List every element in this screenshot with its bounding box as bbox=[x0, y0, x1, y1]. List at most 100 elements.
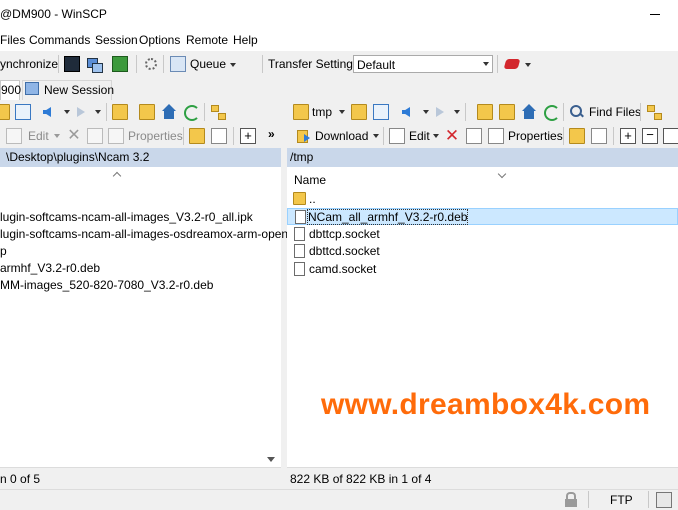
file-name: lugin-softcams-ncam-all-images_V3.2-r0_a… bbox=[0, 210, 253, 224]
parent-directory-icon[interactable] bbox=[112, 104, 128, 120]
menu-remote[interactable]: Remote bbox=[186, 33, 228, 47]
file-name: dbttcp.socket bbox=[309, 227, 380, 241]
remote-column-header[interactable]: Name bbox=[287, 167, 678, 189]
tab-new-session-label: New Session bbox=[44, 83, 115, 97]
list-item[interactable]: armhf_V3.2-r0.deb bbox=[0, 260, 281, 277]
remote-directory-dropdown-arrow[interactable] bbox=[339, 110, 345, 114]
edit-icon bbox=[389, 128, 405, 144]
local-file-panel[interactable]: lugin-softcams-ncam-all-images_V3.2-r0_a… bbox=[0, 167, 298, 467]
remote-file-panel[interactable]: Name .. NCam_all_armhf_V3.2-r0.deb dbttc… bbox=[287, 167, 678, 467]
refresh-icon[interactable] bbox=[183, 104, 200, 121]
file-name: NCam_all_armhf_V3.2-r0.deb bbox=[306, 209, 469, 225]
invert-selection-icon[interactable] bbox=[663, 128, 678, 144]
watermark-text: www.dreambox4k.com bbox=[321, 388, 651, 421]
menu-files[interactable]: Files bbox=[0, 33, 25, 47]
table-row[interactable]: camd.socket bbox=[287, 261, 678, 278]
scroll-down-button[interactable] bbox=[262, 450, 279, 467]
chevron-up-icon bbox=[112, 171, 122, 181]
back-icon[interactable] bbox=[43, 107, 51, 117]
session-status-icon bbox=[656, 492, 672, 508]
local-edit-dropdown-arrow[interactable] bbox=[54, 134, 60, 138]
home-icon[interactable] bbox=[521, 104, 537, 120]
new-folder-icon[interactable] bbox=[569, 128, 585, 144]
download-icon bbox=[296, 128, 312, 144]
local-properties-button[interactable]: Properties bbox=[128, 129, 183, 143]
refresh-icon[interactable] bbox=[543, 104, 560, 121]
more-tools-icon[interactable]: » bbox=[268, 127, 275, 141]
back-dropdown-arrow[interactable] bbox=[423, 110, 429, 114]
tree-icon[interactable] bbox=[210, 104, 226, 120]
remote-directory-dropdown[interactable]: tmp bbox=[312, 105, 332, 119]
toolbar-separator bbox=[563, 103, 564, 121]
remote-properties-button[interactable]: Properties bbox=[508, 129, 563, 143]
unselect-all-icon[interactable]: − bbox=[642, 128, 658, 144]
download-button[interactable]: Download bbox=[315, 129, 368, 143]
file-name: armhf_V3.2-r0.deb bbox=[0, 261, 101, 275]
console-icon[interactable] bbox=[64, 56, 80, 72]
menu-commands[interactable]: Commands bbox=[29, 33, 90, 47]
root-directory-icon[interactable] bbox=[139, 104, 155, 120]
file-name: camd.socket bbox=[309, 262, 377, 276]
table-row-selected[interactable]: NCam_all_armhf_V3.2-r0.deb bbox=[287, 208, 678, 225]
rename-icon[interactable] bbox=[466, 128, 482, 144]
table-row[interactable]: dbttcd.socket bbox=[287, 243, 678, 260]
toolbar-separator bbox=[465, 103, 466, 121]
transfer-settings-select[interactable]: Default bbox=[353, 55, 493, 73]
session-color-icon[interactable] bbox=[503, 56, 521, 72]
list-item[interactable]: lugin-softcams-ncam-all-images_V3.2-r0_a… bbox=[0, 209, 281, 226]
select-all-icon[interactable]: + bbox=[620, 128, 636, 144]
status-separator bbox=[648, 491, 649, 508]
find-files-button[interactable]: Find Files bbox=[589, 105, 641, 119]
tab-new-session[interactable]: New Session bbox=[22, 80, 115, 100]
list-item[interactable]: MM-images_520-820-7080_V3.2-r0.deb bbox=[0, 277, 281, 294]
forward-icon[interactable] bbox=[77, 107, 85, 117]
menu-help[interactable]: Help bbox=[233, 33, 258, 47]
forward-dropdown-arrow[interactable] bbox=[454, 110, 460, 114]
remote-edit-dropdown-arrow[interactable] bbox=[433, 134, 439, 138]
rename-icon[interactable] bbox=[87, 128, 103, 144]
list-item[interactable]: p bbox=[0, 243, 281, 260]
list-item[interactable]: lugin-softcams-ncam-all-images-osdreamox… bbox=[0, 226, 298, 243]
status-separator bbox=[588, 491, 589, 508]
back-dropdown-arrow[interactable] bbox=[64, 110, 70, 114]
tree-icon[interactable] bbox=[646, 104, 662, 120]
new-file-icon[interactable] bbox=[211, 128, 227, 144]
parent-directory-row[interactable]: .. bbox=[287, 191, 678, 208]
queue-dropdown-arrow[interactable] bbox=[230, 63, 236, 67]
local-folder-icon[interactable] bbox=[0, 104, 10, 120]
minimize-button[interactable] bbox=[640, 0, 678, 30]
new-folder-icon[interactable] bbox=[189, 128, 205, 144]
parent-directory-icon[interactable] bbox=[477, 104, 493, 120]
queue-button[interactable]: Queue bbox=[190, 57, 226, 71]
delete-icon[interactable]: ✕ bbox=[444, 127, 460, 144]
compare-icon[interactable] bbox=[112, 56, 128, 72]
filter-icon[interactable] bbox=[15, 104, 31, 120]
select-all-icon[interactable]: + bbox=[240, 128, 256, 144]
back-icon[interactable] bbox=[402, 107, 410, 117]
column-name[interactable]: Name bbox=[294, 173, 326, 187]
table-row[interactable]: dbttcp.socket bbox=[287, 226, 678, 243]
local-column-header[interactable] bbox=[0, 167, 281, 189]
delete-icon[interactable]: ✕ bbox=[66, 128, 82, 144]
root-directory-icon[interactable] bbox=[499, 104, 515, 120]
queue-icon[interactable] bbox=[170, 56, 186, 72]
toolbar-separator bbox=[183, 127, 184, 145]
synchronize-button[interactable]: ynchronize bbox=[0, 57, 58, 71]
forward-icon[interactable] bbox=[436, 107, 444, 117]
open-directory-icon[interactable] bbox=[351, 104, 367, 120]
new-file-icon[interactable] bbox=[591, 128, 607, 144]
toolbar-separator bbox=[233, 127, 234, 145]
home-icon[interactable] bbox=[161, 104, 177, 120]
download-dropdown-arrow[interactable] bbox=[373, 134, 379, 138]
putty-icon[interactable] bbox=[86, 56, 103, 73]
local-edit-button[interactable]: Edit bbox=[28, 129, 49, 143]
menu-session[interactable]: Session bbox=[95, 33, 138, 47]
remote-edit-button[interactable]: Edit bbox=[409, 129, 430, 143]
tab-session[interactable]: 900 bbox=[0, 80, 21, 100]
filter-icon[interactable] bbox=[373, 104, 389, 120]
find-files-icon[interactable] bbox=[569, 104, 585, 120]
forward-dropdown-arrow[interactable] bbox=[95, 110, 101, 114]
menu-options[interactable]: Options bbox=[139, 33, 180, 47]
session-color-dropdown-arrow[interactable] bbox=[525, 63, 531, 67]
gear-icon[interactable] bbox=[143, 56, 159, 72]
